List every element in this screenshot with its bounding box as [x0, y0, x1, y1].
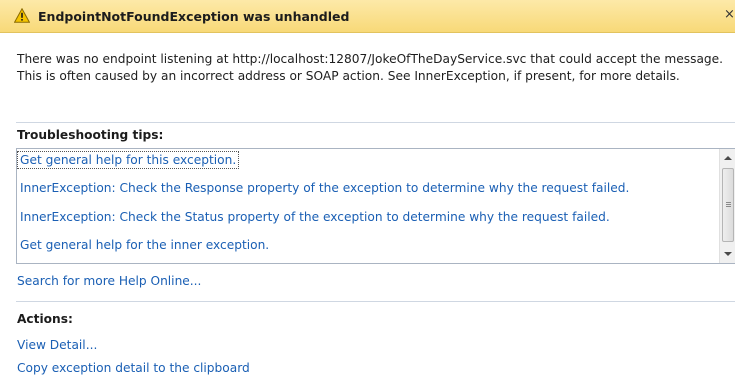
divider — [16, 122, 735, 123]
title-bar: EndpointNotFoundException was unhandled … — [0, 0, 735, 33]
warning-icon — [14, 8, 30, 23]
troubleshooting-tips-list: Get general help for this exception. Inn… — [16, 148, 735, 264]
actions-header: Actions: — [17, 312, 73, 326]
scroll-down-arrow-icon[interactable] — [724, 252, 732, 256]
close-icon[interactable]: × — [724, 8, 735, 22]
exception-message: There was no endpoint listening at http:… — [17, 52, 724, 83]
scroll-up-arrow-icon[interactable] — [724, 156, 732, 160]
copy-exception-detail-link[interactable]: Copy exception detail to the clipboard — [17, 361, 250, 375]
divider — [16, 301, 735, 302]
tip-link-inner-exception-help[interactable]: Get general help for the inner exception… — [18, 237, 271, 253]
search-help-online-link[interactable]: Search for more Help Online... — [17, 274, 201, 288]
scroll-thumb[interactable] — [722, 168, 734, 242]
grip-icon — [726, 206, 731, 207]
tip-link-response-property[interactable]: InnerException: Check the Response prope… — [18, 180, 631, 196]
tips-scrollbar[interactable] — [719, 149, 735, 263]
dialog-title: EndpointNotFoundException was unhandled — [38, 9, 350, 24]
tip-link-general-help[interactable]: Get general help for this exception. — [17, 151, 240, 169]
grip-icon — [726, 202, 731, 203]
view-detail-link[interactable]: View Detail... — [17, 338, 97, 352]
tip-link-status-property[interactable]: InnerException: Check the Status propert… — [18, 209, 612, 225]
troubleshooting-header: Troubleshooting tips: — [17, 128, 164, 142]
grip-icon — [726, 204, 731, 205]
